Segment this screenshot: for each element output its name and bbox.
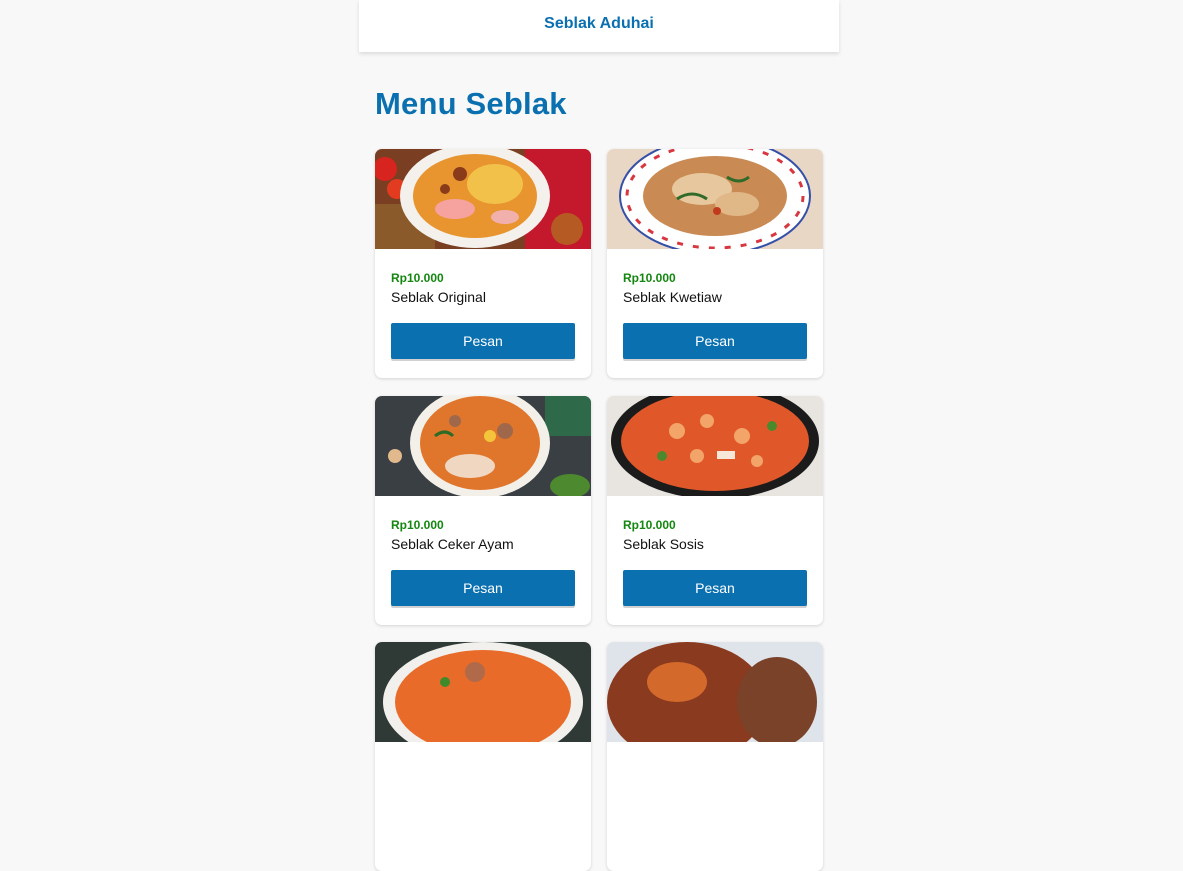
item-name: Seblak Kwetiaw xyxy=(623,289,722,305)
app-header: Seblak Aduhai xyxy=(359,0,839,52)
page-title: Menu Seblak xyxy=(375,86,567,121)
order-button[interactable]: Pesan xyxy=(391,570,575,606)
brand-title[interactable]: Seblak Aduhai xyxy=(544,15,654,33)
menu-card xyxy=(607,642,823,871)
menu-card-seblak-kwetiaw: Rp10.000 Seblak Kwetiaw Pesan xyxy=(607,149,823,378)
order-button[interactable]: Pesan xyxy=(623,570,807,606)
food-image xyxy=(607,396,823,496)
item-price: Rp10.000 xyxy=(623,518,676,532)
menu-card-seblak-ceker-ayam: Rp10.000 Seblak Ceker Ayam Pesan xyxy=(375,396,591,625)
item-price: Rp10.000 xyxy=(391,271,444,285)
item-price: Rp10.000 xyxy=(623,271,676,285)
menu-card xyxy=(375,642,591,871)
food-image xyxy=(375,396,591,496)
food-image xyxy=(375,642,591,742)
menu-card-seblak-sosis: Rp10.000 Seblak Sosis Pesan xyxy=(607,396,823,625)
item-name: Seblak Original xyxy=(391,289,486,305)
item-name: Seblak Ceker Ayam xyxy=(391,536,514,552)
item-name: Seblak Sosis xyxy=(623,536,704,552)
menu-card-seblak-original: Rp10.000 Seblak Original Pesan xyxy=(375,149,591,378)
food-image xyxy=(607,642,823,742)
food-image xyxy=(607,149,823,249)
food-image xyxy=(375,149,591,249)
item-price: Rp10.000 xyxy=(391,518,444,532)
order-button[interactable]: Pesan xyxy=(623,323,807,359)
order-button[interactable]: Pesan xyxy=(391,323,575,359)
